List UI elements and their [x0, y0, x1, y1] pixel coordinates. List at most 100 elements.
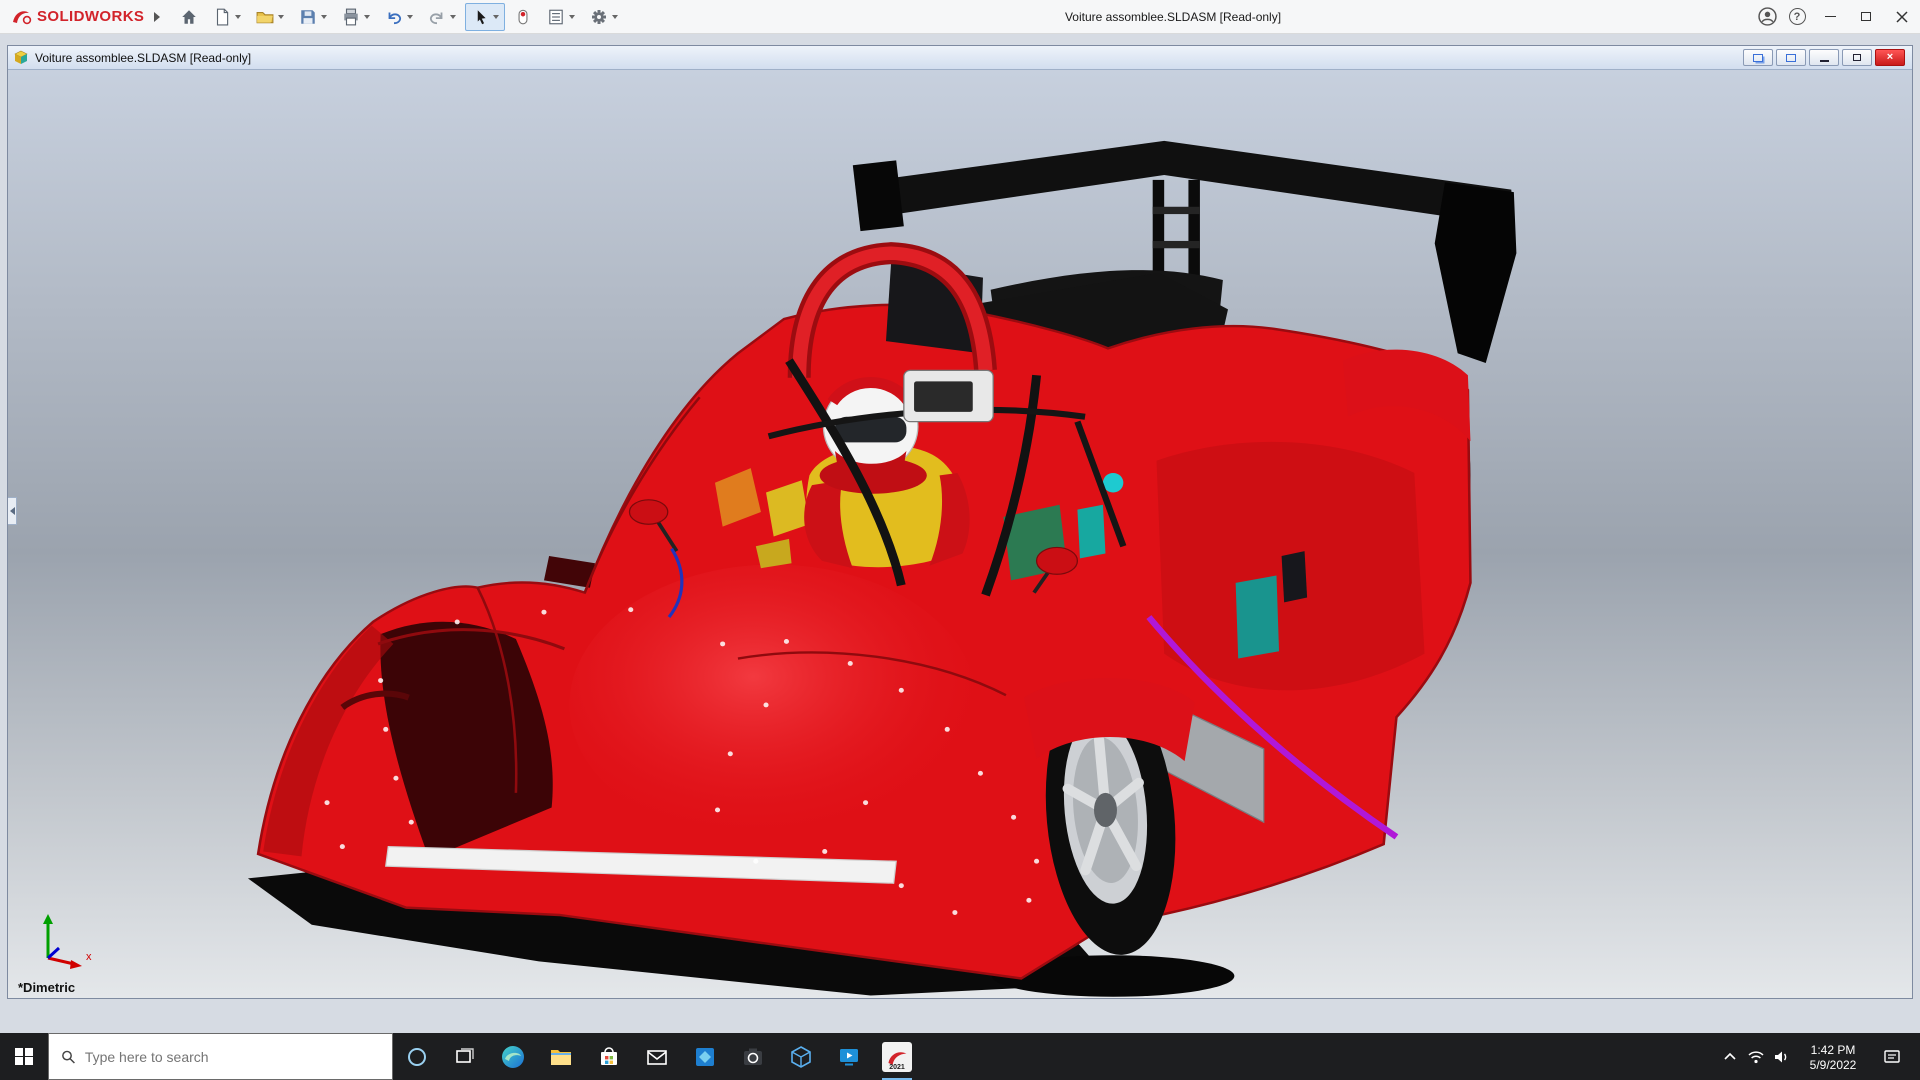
- featuremanager-collapse-handle[interactable]: [8, 496, 17, 525]
- toolbar-button-home[interactable]: [174, 3, 204, 31]
- task-view-icon: [456, 1047, 474, 1063]
- onboard-camera-box[interactable]: [903, 369, 994, 423]
- clock-time: 1:42 PM: [1810, 1042, 1856, 1057]
- search-icon: [62, 1050, 75, 1064]
- redo-icon: [430, 12, 443, 24]
- search-input[interactable]: [84, 1048, 380, 1065]
- user-account-button[interactable]: [1752, 3, 1782, 31]
- toolbar-button-new[interactable]: [207, 3, 247, 31]
- taskbar-cortana-button[interactable]: [393, 1033, 441, 1080]
- new-document-icon: [217, 8, 229, 25]
- toolbar-button-options[interactable]: [584, 3, 624, 31]
- toolbar-button-print[interactable]: [336, 3, 376, 31]
- doc-close-button[interactable]: ×: [1875, 49, 1905, 66]
- microsoft-store-icon: [601, 1046, 617, 1065]
- toolbar-button-save[interactable]: [293, 3, 333, 31]
- 3d-model-race-car[interactable]: [8, 70, 1912, 998]
- clock-date: 5/9/2022: [1809, 1057, 1857, 1072]
- wifi-icon: [1748, 1050, 1764, 1063]
- save-dropdown-caret[interactable]: [321, 14, 328, 19]
- hidden-icons-button[interactable]: [1717, 1033, 1743, 1080]
- new-dropdown-caret[interactable]: [235, 14, 242, 19]
- toolbar-button-undo[interactable]: [379, 3, 419, 31]
- select-dropdown-caret[interactable]: [493, 14, 500, 19]
- toolbar-button-redo[interactable]: [422, 3, 462, 31]
- options-dropdown-caret[interactable]: [612, 14, 619, 19]
- save-icon: [301, 9, 316, 24]
- mouse-gestures-icon: [518, 9, 528, 24]
- document-window: Voiture assomblee.SLDASM [Read-only] × x…: [7, 45, 1913, 999]
- workspace-background: Voiture assomblee.SLDASM [Read-only] × x…: [0, 34, 1920, 1033]
- cortana-icon: [408, 1047, 426, 1066]
- doc-close-icon: ×: [1886, 51, 1894, 63]
- taskbar-app-solidworks[interactable]: 2021: [873, 1033, 921, 1080]
- toolbar-button-evaluate[interactable]: [541, 3, 581, 31]
- undo-dropdown-caret[interactable]: [407, 14, 414, 19]
- action-center-icon: [1884, 1049, 1900, 1063]
- toolbar-button-select[interactable]: [465, 2, 506, 31]
- doc-restore-icon: [1853, 54, 1861, 61]
- movies-tv-icon: [840, 1048, 858, 1065]
- evaluate-dropdown-caret[interactable]: [569, 14, 576, 19]
- toolbar-button-open[interactable]: [250, 3, 290, 31]
- windows-logo-icon: [15, 1047, 33, 1066]
- evaluate-list-icon: [549, 9, 564, 24]
- doc-viewport-split-button-2[interactable]: [1776, 49, 1806, 66]
- doc-minimize-icon: [1819, 59, 1829, 62]
- chevron-left-icon: [9, 506, 15, 515]
- viewport-single-icon: [1786, 53, 1796, 62]
- dassault-3ds-icon: [13, 10, 32, 24]
- taskbar-search-box[interactable]: [48, 1033, 393, 1080]
- solidworks-version-badge: 2021: [889, 1063, 905, 1071]
- open-dropdown-caret[interactable]: [278, 14, 285, 19]
- windows-taskbar: 2021 1:42 PM 5/9/2022: [0, 1033, 1920, 1080]
- action-center-button[interactable]: [1871, 1033, 1913, 1080]
- assembly-document-icon: [14, 50, 28, 64]
- photos-icon: [696, 1047, 714, 1066]
- select-cursor-icon: [478, 9, 486, 24]
- taskbar-app-photos[interactable]: [681, 1033, 729, 1080]
- view-orientation-label: *Dimetric: [18, 980, 76, 995]
- taskbar-app-movies-tv[interactable]: [825, 1033, 873, 1080]
- volume-button[interactable]: [1769, 1033, 1795, 1080]
- graphics-area[interactable]: x *Dimetric: [8, 70, 1912, 998]
- app-minimize-button[interactable]: [1812, 0, 1848, 33]
- orientation-triad[interactable]: x: [24, 910, 96, 972]
- doc-minimize-button[interactable]: [1809, 49, 1839, 66]
- app-maximize-button[interactable]: [1848, 0, 1884, 33]
- solidworks-taskbar-icon: 2021: [882, 1041, 912, 1072]
- taskbar-app-edge[interactable]: [489, 1033, 537, 1080]
- undo-icon: [388, 12, 402, 24]
- taskbar-task-view-button[interactable]: [441, 1033, 489, 1080]
- edge-browser-icon: [502, 1045, 524, 1068]
- redo-dropdown-caret[interactable]: [450, 14, 457, 19]
- taskbar-app-mail[interactable]: [633, 1033, 681, 1080]
- camera-icon: [744, 1048, 762, 1065]
- taskbar-app-file-explorer[interactable]: [537, 1033, 585, 1080]
- taskbar-app-camera[interactable]: [729, 1033, 777, 1080]
- taskbar-app-store[interactable]: [585, 1033, 633, 1080]
- solidworks-logo-text: SOLIDWORKS: [37, 8, 145, 25]
- app-close-button[interactable]: [1884, 0, 1920, 33]
- file-explorer-icon: [551, 1049, 571, 1065]
- doc-viewport-split-button-1[interactable]: [1743, 49, 1773, 66]
- user-account-icon: [1757, 7, 1777, 26]
- document-title: Voiture assomblee.SLDASM [Read-only]: [35, 50, 252, 65]
- taskbar-clock[interactable]: 1:42 PM 5/9/2022: [1795, 1041, 1871, 1073]
- open-folder-icon: [256, 11, 274, 23]
- toolbar-flyout-arrow-icon[interactable]: [154, 11, 161, 22]
- doc-restore-button[interactable]: [1842, 49, 1872, 66]
- document-titlebar[interactable]: Voiture assomblee.SLDASM [Read-only] ×: [8, 46, 1912, 70]
- home-icon: [182, 9, 197, 24]
- help-button[interactable]: ?: [1782, 3, 1812, 31]
- app-titlebar: SOLIDWORKS Voiture assomblee.SLDASM [Rea…: [0, 0, 1920, 34]
- network-button[interactable]: [1743, 1033, 1769, 1080]
- toolbar-button-mouse-gestures[interactable]: [508, 3, 538, 31]
- app-window-title: Voiture assomblee.SLDASM [Read-only]: [1064, 10, 1282, 24]
- print-dropdown-caret[interactable]: [364, 14, 371, 19]
- help-icon: ?: [1788, 8, 1806, 25]
- chevron-up-icon: [1724, 1052, 1736, 1060]
- viewport-split-icon: [1753, 53, 1763, 62]
- taskbar-app-3d-viewer[interactable]: [777, 1033, 825, 1080]
- start-button[interactable]: [0, 1033, 48, 1080]
